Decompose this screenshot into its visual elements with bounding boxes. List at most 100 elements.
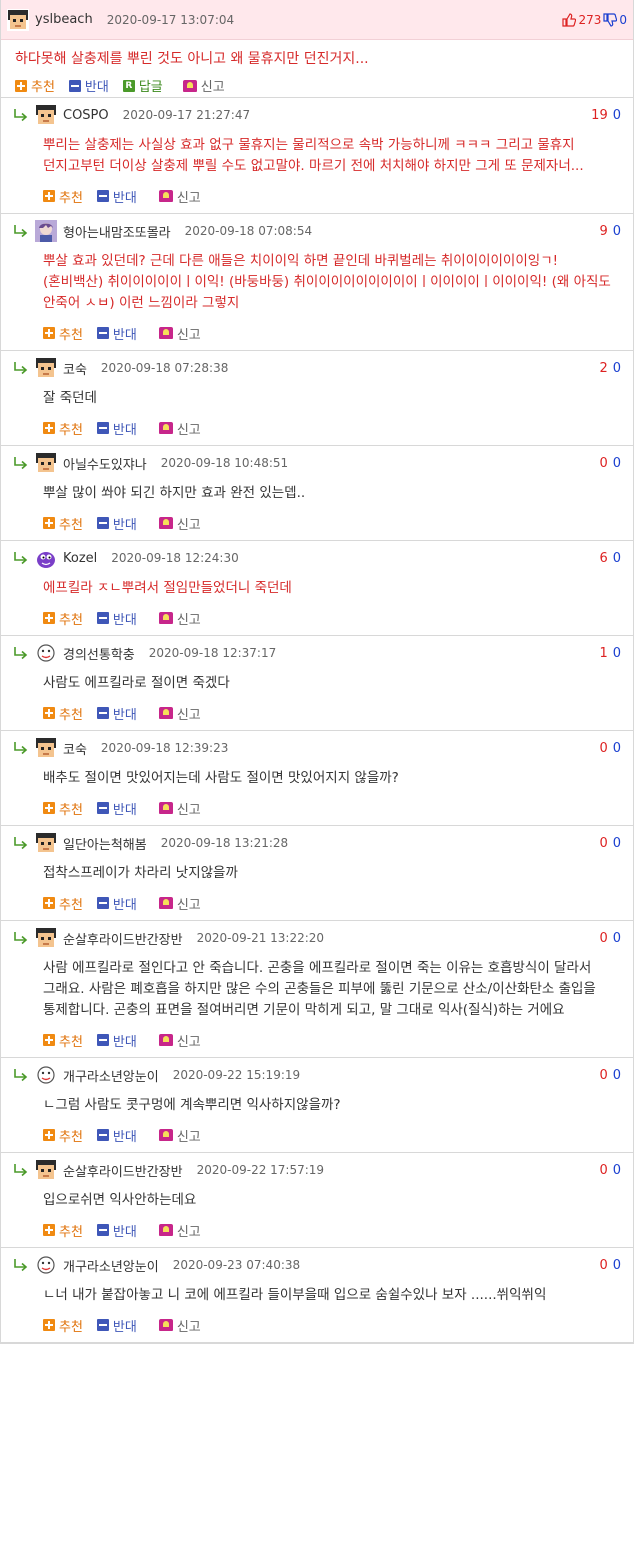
pixel-face-icon[interactable]: [35, 452, 57, 474]
oppose-button[interactable]: 반대: [96, 324, 137, 343]
recommend-button[interactable]: 추천: [43, 1126, 83, 1145]
report-button[interactable]: 신고: [158, 609, 201, 628]
oppose-button[interactable]: 반대: [96, 799, 137, 818]
report-button[interactable]: 신고: [158, 419, 201, 438]
thumbs-up-icon[interactable]: [562, 12, 577, 27]
oppose-button[interactable]: 반대: [96, 1031, 137, 1050]
comment-header: 개구라소년앙눈이 2020-09-22 15:19:19 0 0: [1, 1058, 633, 1092]
comment-author[interactable]: COSPO: [63, 108, 109, 123]
recommend-button[interactable]: 추천: [43, 894, 83, 913]
report-label: 신고: [176, 1129, 201, 1145]
recommend-button[interactable]: 추천: [43, 514, 83, 533]
comment-author[interactable]: 코숙: [63, 739, 87, 758]
oppose-button[interactable]: 반대: [96, 187, 137, 206]
recommend-button[interactable]: 추천: [43, 187, 83, 206]
reply-arrow-icon: [13, 224, 29, 238]
pixel-face-icon[interactable]: [35, 357, 57, 379]
pixel-face-icon[interactable]: [35, 927, 57, 949]
thumbs-down-icon[interactable]: [603, 12, 618, 27]
comment-author[interactable]: 일단아는척해봄: [63, 834, 147, 853]
plus-icon: [15, 79, 27, 92]
report-label: 신고: [176, 1034, 201, 1050]
sketch-avatar-icon[interactable]: [35, 1064, 57, 1086]
oppose-label: 반대: [112, 422, 137, 438]
minus-icon: [96, 517, 109, 529]
comment-up-count: 9: [599, 223, 608, 239]
comment-date: 2020-09-17 21:27:47: [122, 108, 251, 122]
oppose-button[interactable]: 반대: [96, 514, 137, 533]
recommend-button[interactable]: 추천: [43, 609, 83, 628]
comment-author[interactable]: 순살후라이드반간장반: [63, 1161, 183, 1180]
post-author[interactable]: yslbeach: [35, 12, 93, 27]
recommend-button[interactable]: 추천: [43, 419, 83, 438]
report-button[interactable]: 신고: [158, 1031, 201, 1050]
report-button[interactable]: 신고: [158, 1316, 201, 1335]
oppose-button[interactable]: 반대: [96, 704, 137, 723]
recommend-button[interactable]: 추천: [43, 1316, 83, 1335]
report-label: 신고: [176, 1319, 201, 1335]
report-button[interactable]: 신고: [158, 1221, 201, 1240]
pixel-face-icon[interactable]: [35, 1159, 57, 1181]
report-button[interactable]: 신고: [158, 324, 201, 343]
anime-avatar-icon[interactable]: [35, 220, 57, 242]
pixel-face-icon[interactable]: [35, 737, 57, 759]
reply-arrow-icon: [13, 931, 29, 945]
comment-author[interactable]: 코숙: [63, 359, 87, 378]
recommend-button[interactable]: 추천: [43, 704, 83, 723]
report-button[interactable]: 신고: [158, 1126, 201, 1145]
report-label: 신고: [200, 80, 225, 95]
comment-down-count: 0: [612, 1162, 621, 1178]
comment-item: 개구라소년앙눈이 2020-09-22 15:19:19 0 0 ㄴ그럼 사람도…: [1, 1058, 633, 1153]
comment-author[interactable]: 아닐수도있쟈나: [63, 454, 147, 473]
comment-item: 순살후라이드반간장반 2020-09-22 17:57:19 0 0 입으로쉬면…: [1, 1153, 633, 1248]
comment-text: 잘 죽던데: [43, 390, 97, 406]
report-button[interactable]: 신고: [158, 704, 201, 723]
siren-icon: [158, 327, 173, 339]
recommend-button[interactable]: 추천: [43, 1031, 83, 1050]
sketch-avatar-icon[interactable]: [35, 642, 57, 664]
oppose-button[interactable]: 반대: [96, 894, 137, 913]
pixel-face-icon[interactable]: [7, 8, 29, 31]
report-button[interactable]: 신고: [158, 894, 201, 913]
reply-button[interactable]: R 답글: [122, 76, 163, 95]
comment-author[interactable]: 경의선통학충: [63, 644, 135, 663]
oppose-label: 반대: [112, 1129, 137, 1145]
comment-up-count: 0: [599, 455, 608, 471]
comment-author[interactable]: 개구라소년앙눈이: [63, 1066, 159, 1085]
plus-icon: [43, 897, 55, 909]
plus-icon: [43, 422, 55, 434]
purple-creature-icon[interactable]: [35, 547, 57, 569]
oppose-button[interactable]: 반대: [96, 609, 137, 628]
plus-icon: [43, 517, 55, 529]
minus-icon: [96, 897, 109, 909]
oppose-button[interactable]: 반대: [68, 76, 109, 95]
post-title: 하다못해 살충제를 뿌린 것도 아니고 왜 물휴지만 던진거지...: [15, 51, 369, 67]
oppose-button[interactable]: 반대: [96, 1126, 137, 1145]
recommend-label: 추천: [59, 422, 83, 438]
oppose-button[interactable]: 반대: [96, 1316, 137, 1335]
comment-thread: yslbeach 2020-09-17 13:07:04 273 0 하다못해 …: [0, 0, 634, 1344]
recommend-button[interactable]: 추천: [43, 1221, 83, 1240]
minus-icon: [68, 79, 81, 92]
report-button[interactable]: 신고: [158, 799, 201, 818]
pixel-face-icon[interactable]: [35, 832, 57, 854]
oppose-button[interactable]: 반대: [96, 1221, 137, 1240]
oppose-button[interactable]: 반대: [96, 419, 137, 438]
recommend-button[interactable]: 추천: [43, 324, 83, 343]
recommend-button[interactable]: 추천: [15, 76, 55, 95]
comment-author[interactable]: 순살후라이드반간장반: [63, 929, 183, 948]
report-button[interactable]: 신고: [182, 76, 225, 95]
sketch-avatar-icon[interactable]: [35, 1254, 57, 1276]
comment-author[interactable]: 형아는내맘조또몰라: [63, 222, 171, 241]
comment-action-bar: 추천 반대 신고: [1, 702, 633, 724]
report-label: 신고: [176, 707, 201, 723]
report-button[interactable]: 신고: [158, 187, 201, 206]
report-button[interactable]: 신고: [158, 514, 201, 533]
comment-author[interactable]: Kozel: [63, 551, 97, 566]
comment-text: 입으로쉬면 익사안하는데요: [43, 1192, 197, 1208]
comment-up-count: 0: [599, 1257, 608, 1273]
recommend-button[interactable]: 추천: [43, 799, 83, 818]
comment-author[interactable]: 개구라소년앙눈이: [63, 1256, 159, 1275]
pixel-face-icon[interactable]: [35, 104, 57, 126]
report-label: 신고: [176, 1224, 201, 1240]
